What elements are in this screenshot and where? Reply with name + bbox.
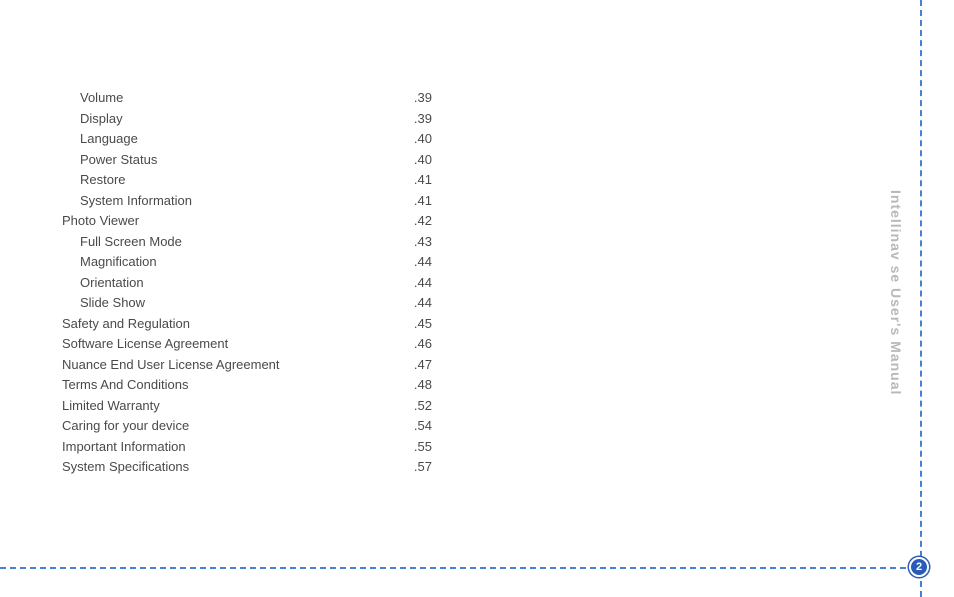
toc-entry-page: .39 [413,109,432,130]
toc-entry-page: .44 [413,273,432,294]
decor-horizontal-dash [0,567,906,569]
toc-entry: Volume .39 [62,88,432,109]
toc-entry: Orientation .44 [62,273,432,294]
toc-entry-label: Language [80,129,138,150]
toc-entry: Terms And Conditions .48 [62,375,432,396]
toc-entry-page: .40 [413,129,432,150]
page-number-badge: 2 [909,557,929,577]
toc-entry-page: .42 [413,211,432,232]
toc-entry-page: .52 [413,396,432,417]
toc-entry-label: Volume [80,88,123,109]
toc-entry: Power Status .40 [62,150,432,171]
toc-entry-label: Restore [80,170,126,191]
toc-entry: Language .40 [62,129,432,150]
toc-entry: System Specifications .57 [62,457,432,478]
toc-entry: Restore .41 [62,170,432,191]
toc-entry-page: .43 [413,232,432,253]
toc-container: Volume.39Display.39Language.40Power Stat… [62,88,432,478]
toc-entry: Photo Viewer .42 [62,211,432,232]
toc-entry: Safety and Regulation .45 [62,314,432,335]
toc-entry: Limited Warranty .52 [62,396,432,417]
toc-entry: Important Information .55 [62,437,432,458]
toc-entry-page: .47 [413,355,432,376]
toc-entry-label: Software License Agreement [62,334,228,355]
toc-entry-page: .45 [413,314,432,335]
toc-entry-label: Orientation [80,273,144,294]
toc-entry: Caring for your device .54 [62,416,432,437]
toc-entry-page: .44 [413,252,432,273]
toc-entry: Slide Show .44 [62,293,432,314]
toc-entry-page: .54 [413,416,432,437]
toc-entry-label: Important Information [62,437,186,458]
toc-entry-label: Full Screen Mode [80,232,182,253]
toc-entry-page: .40 [413,150,432,171]
toc-entry: Magnification .44 [62,252,432,273]
toc-entry-label: Terms And Conditions [62,375,188,396]
toc-entry: Nuance End User License Agreement .47 [62,355,432,376]
toc-entry-label: Nuance End User License Agreement [62,355,280,376]
toc-entry-label: Caring for your device [62,416,189,437]
toc-entry-label: System Information [80,191,192,212]
toc-entry-page: .44 [413,293,432,314]
side-title: Intellinav se User's Manual [888,190,904,395]
toc-entry: Display .39 [62,109,432,130]
toc-entry-page: .39 [413,88,432,109]
toc-entry-label: Limited Warranty [62,396,160,417]
toc-entry-label: Slide Show [80,293,145,314]
toc-entry-label: Display [80,109,123,130]
toc-entry-page: .41 [413,170,432,191]
toc-entry-label: Photo Viewer [62,211,139,232]
toc-entry-label: Magnification [80,252,157,273]
toc-entry-page: .48 [413,375,432,396]
decor-vertical-dash [920,0,922,597]
toc-entry-page: .41 [413,191,432,212]
toc-entry: Software License Agreement .46 [62,334,432,355]
toc-entry-label: Safety and Regulation [62,314,190,335]
toc-entry: Full Screen Mode .43 [62,232,432,253]
toc-entry-page: .55 [413,437,432,458]
toc-entry-page: .46 [413,334,432,355]
toc-entry: System Information .41 [62,191,432,212]
toc-entry-page: .57 [413,457,432,478]
toc-entry-label: Power Status [80,150,157,171]
toc-entry-label: System Specifications [62,457,189,478]
